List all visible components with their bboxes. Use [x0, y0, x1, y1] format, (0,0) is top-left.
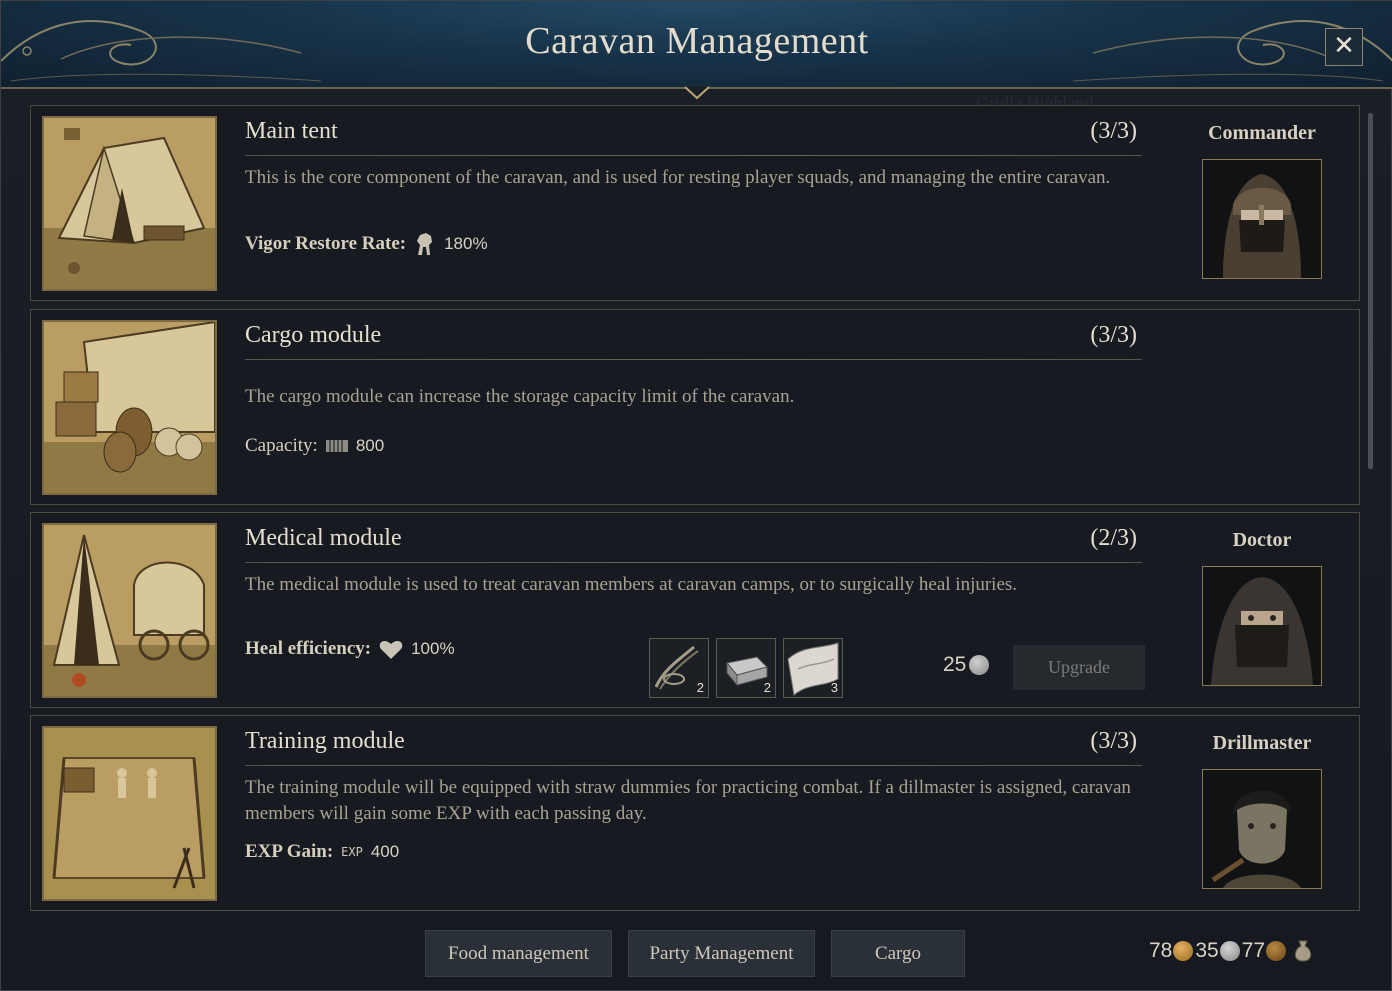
copper-coin-icon — [1266, 941, 1287, 961]
module-level: (2/3) — [1090, 525, 1137, 551]
money-bag-icon[interactable] — [1292, 939, 1314, 963]
stat-label: Vigor Restore Rate: — [245, 233, 407, 254]
title-divider — [245, 765, 1142, 766]
window-header: Caravan Management — [1, 1, 1392, 100]
material-count: 2 — [696, 680, 704, 695]
role-label-doctor: Doctor — [1232, 529, 1292, 551]
silver-coin-icon — [1219, 941, 1240, 961]
commander-portrait[interactable] — [1202, 159, 1322, 279]
module-level: (3/3) — [1090, 728, 1137, 754]
vigor-icon — [414, 231, 436, 257]
drillmaster-portrait[interactable] — [1202, 769, 1322, 889]
silver-amount: 35 — [1195, 939, 1219, 962]
title-divider — [245, 359, 1142, 360]
gold-amount: 78 — [1149, 939, 1173, 962]
stat-label: Capacity: — [245, 435, 318, 456]
title-divider — [245, 562, 1142, 563]
food-management-button[interactable]: Food management — [425, 930, 612, 977]
module-stat: Vigor Restore Rate: 180% — [245, 231, 488, 257]
role-label-drillmaster: Drillmaster — [1212, 732, 1312, 754]
main-tent-illustration — [42, 116, 217, 291]
cargo-button[interactable]: Cargo — [831, 930, 965, 977]
module-name: Cargo module — [245, 322, 382, 348]
module-name: Training module — [245, 728, 405, 754]
exp-icon: EXP — [341, 845, 363, 859]
stat-value: 800 — [355, 436, 385, 455]
upgrade-cost-value: 25 — [943, 653, 967, 676]
module-description: The medical module is used to treat cara… — [245, 574, 1018, 595]
module-name: Main tent — [245, 118, 338, 144]
module-stat: Capacity: 800 — [245, 435, 384, 457]
stat-label: EXP Gain: — [245, 841, 334, 862]
upgrade-material-cloth[interactable]: 3 — [783, 638, 843, 698]
role-label-commander: Commander — [1208, 122, 1316, 144]
window-title: Caravan Management — [525, 20, 869, 62]
material-count: 3 — [830, 680, 838, 695]
gold-coin-icon — [1173, 941, 1194, 961]
stat-value: 100% — [411, 639, 455, 658]
scrollbar-thumb[interactable] — [1368, 113, 1373, 469]
header-notch-ornament — [684, 86, 710, 100]
upgrade-material-rope[interactable]: 2 — [649, 638, 709, 698]
heart-icon — [379, 638, 403, 660]
upgrade-material-iron-ingot[interactable]: 2 — [716, 638, 776, 698]
material-count: 2 — [763, 680, 771, 695]
module-name: Medical module — [245, 525, 402, 551]
module-description: The training module will be equipped wit… — [245, 777, 1131, 824]
stat-label: Heal efficiency: — [245, 638, 372, 659]
caravan-management-window: Caravan Management ✕ Gridla Highland Mai… — [0, 0, 1392, 991]
capacity-icon — [325, 439, 348, 453]
copper-amount: 77 — [1241, 939, 1266, 962]
upgrade-cost: 25 — [943, 653, 991, 677]
module-stat: EXP Gain: EXP 400 — [245, 841, 399, 863]
stat-value: 180% — [444, 234, 488, 253]
currency-display: 78 35 77 — [1149, 939, 1314, 963]
cargo-module-illustration — [42, 320, 217, 495]
training-module-illustration — [42, 726, 217, 901]
module-stat: Heal efficiency: 100% — [245, 638, 455, 660]
title-divider — [245, 155, 1142, 156]
silver-coin-icon — [969, 655, 990, 675]
module-description: This is the core component of the carava… — [245, 167, 1111, 188]
upgrade-button[interactable]: Upgrade — [1013, 645, 1145, 690]
module-card-training: Training module (3/3) The training modul… — [30, 715, 1360, 911]
medical-module-illustration — [42, 523, 217, 698]
module-list-scrollbar[interactable] — [1367, 109, 1375, 915]
stat-value: 400 — [370, 842, 400, 861]
close-button[interactable]: ✕ — [1325, 28, 1363, 66]
module-card-medical: Medical module (2/3) The medical module … — [30, 512, 1360, 708]
doctor-portrait[interactable] — [1202, 566, 1322, 686]
module-level: (3/3) — [1090, 118, 1137, 144]
module-level: (3/3) — [1090, 322, 1137, 348]
party-management-button[interactable]: Party Management — [628, 930, 815, 977]
module-description: The cargo module can increase the storag… — [245, 386, 795, 407]
module-card-cargo: Cargo module (3/3) The cargo module can … — [30, 309, 1360, 505]
module-card-main-tent: Main tent (3/3) This is the core compone… — [30, 105, 1360, 301]
